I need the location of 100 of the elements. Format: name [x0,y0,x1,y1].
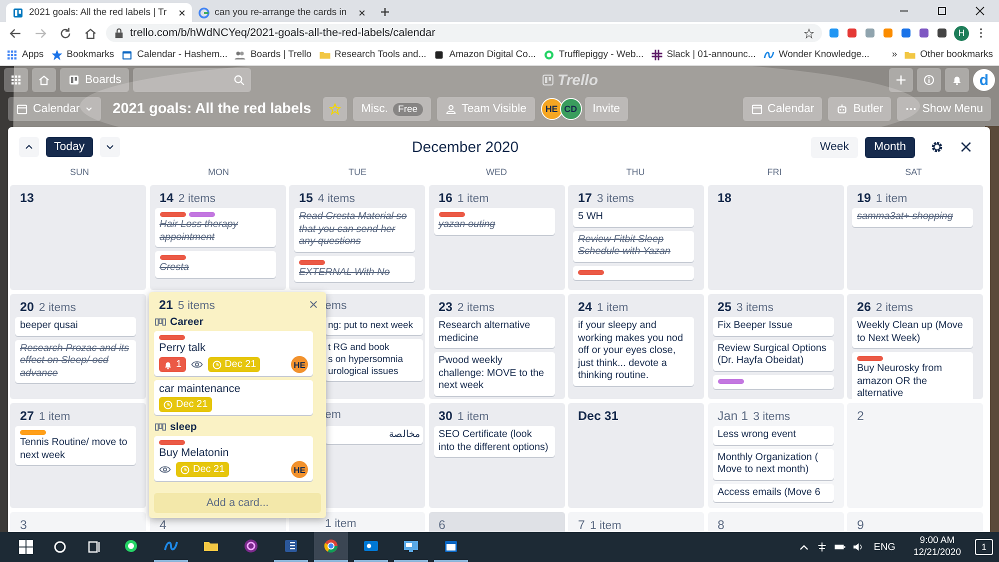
calendar-card[interactable]: 5 WH [573,208,694,226]
calendar-card[interactable]: Access emails (Move 6 [712,484,834,502]
card-title: Hair Loss therapy appointment [160,219,240,244]
calendar-card[interactable]: Cresta [154,251,276,278]
day-number: Dec 31 [578,409,618,423]
clock-time[interactable]: 9:00 AM [920,535,955,547]
calendar-card[interactable]: t RG and book s on hypersomnia urological issues [325,339,423,381]
card-title: car maintenance [159,383,242,396]
card-title: Research Prozac and its effect on Sleep/ ocd advance [20,342,130,380]
bookmark-link[interactable]: Apps [6,48,44,60]
bookmark-link[interactable]: Trufflepiggy - Web... [542,48,644,60]
calendar-card[interactable]: Research alternative medicine [434,317,554,348]
bookmark-link[interactable]: Other bookmarks [904,48,993,60]
calendar-card[interactable]: Research Prozac and its effect on Sleep/ ocd advance [15,340,136,383]
calendar-card[interactable]: Buy Melatonin Dec 21 HE [154,436,313,481]
clock-date[interactable]: 12/21/2020 [913,547,961,559]
notification-count: 1 [176,359,182,370]
card-title: Fix Beeper Issue [718,320,794,332]
profile-avatar[interactable]: H [954,26,969,40]
item-count: 3 items [736,302,774,314]
day-number: 14 [160,191,174,205]
item-count: 5 items [178,300,215,312]
bookmark-link[interactable]: Slack | 01-announc... [650,48,756,60]
weekday-label: WED [485,167,508,179]
calendar-card[interactable]: Review Surgical Options (Dr. Hayfa Obeidat) [712,340,834,370]
card-title: Tennis Routine/ move to next week [20,437,128,462]
item-count: em [325,409,341,421]
calendar-card[interactable]: Tennis Routine/ move to next week [15,426,136,465]
day-number: 7 [578,518,585,532]
view-tab[interactable]: Week [810,136,858,158]
card-title: 5 WH [578,211,604,224]
bookmark-link[interactable]: Bookmarks [50,48,114,60]
day-number: 9 [857,518,864,532]
weekday-label: THU [625,167,646,179]
calendar-card[interactable]: Fix Beeper Issue [712,317,834,336]
browser-tab[interactable]: 2021 goals: All the red labels | Tr [6,3,192,22]
calendar-card[interactable]: if your sleepy and working makes you nod off or your eyes close, just think... devote a thinking routine. [573,317,694,386]
day-number: 26 [857,300,871,314]
day-number: 24 [578,300,592,314]
calendar-card[interactable]: Read Cresta Material so that you can send her any questions [294,208,415,252]
item-count: 1 item [876,193,908,205]
card-title: t RG and book s on hypersomnia urological issues [328,342,404,378]
bookmark-link[interactable]: Wonder Knowledge... [762,48,870,60]
calendar-card[interactable]: yazan outing [434,208,554,234]
card-title: if your sleepy and working makes you nod off or your eyes close, just think... devote a thinking routine. [578,320,684,382]
item-count: 2 items [38,302,76,314]
day-number: 6 [438,518,446,532]
calendar-card[interactable]: مخالصة [325,426,423,444]
browser-tab[interactable]: can you re-arrange the cards in [192,3,372,22]
calendar-card[interactable]: Buy Neurosky from amazon OR the alternative [852,352,973,399]
member-avatar[interactable]: HE [291,461,308,478]
card-title: Weekly Clean up (Move to Next Week) [857,320,964,345]
calendar-card[interactable]: car maintenance Dec 21 [154,380,313,415]
card-title: Review Fitbit Sleep Schedule with Yazan [578,234,672,258]
calendar-card[interactable]: Perry talk 1 Dec 21 HE [154,331,313,376]
bookmark-link[interactable]: Research Tools and... [318,48,426,60]
item-count: 1 item [457,193,489,205]
weekday-label: SUN [68,167,90,179]
card-title: Buy Melatonin [159,447,230,460]
bookmark-link[interactable]: Amazon Digital Co... [433,48,536,60]
language-indicator[interactable]: ENG [874,542,896,552]
day-number: 13 [20,191,34,205]
team-button[interactable]: Misc. Free [353,97,431,121]
month-title: December 2020 [412,138,519,156]
day-number: 8 [718,518,724,532]
notification-center-button[interactable]: 1 [975,539,993,555]
calendar-card[interactable]: Pwood weekly challenge: MOVE to the next week [434,352,554,396]
calendar-card[interactable]: Less wrong event [712,426,834,444]
member-avatar[interactable]: HE [291,356,308,373]
calendar-card[interactable]: EXTERNAL With No [294,256,415,282]
card-title: beeper qusai [20,320,79,332]
weekday-label: SAT [904,167,923,179]
calendar-card[interactable]: Hair Loss therapy appointment [154,208,276,247]
card-title: Buy Neurosky from amazon OR the alternative [857,363,944,399]
item-count: 3 items [596,193,634,205]
day-number: 18 [718,191,732,205]
more-bookmarks-button[interactable]: » [892,49,898,60]
calendar-card[interactable]: samma3at+ shopping [852,208,973,226]
calendar-card[interactable]: Weekly Clean up (Move to Next Week) [852,317,973,348]
day-number: Jan 1 [718,409,748,423]
calendar-card[interactable]: beeper qusai [15,317,136,336]
plan-badge: Free [393,102,423,116]
card-title: Review Surgical Options (Dr. Hayfa Obeidat) [718,342,828,368]
bookmark-link[interactable]: Boards | Trello [234,48,312,60]
weekday-label: FRI [766,167,783,179]
calendar-card[interactable]: Review Fitbit Sleep Schedule with Yazan [573,230,694,262]
item-count: 1 item [590,520,622,532]
add-card-button[interactable]: Add a card... [154,493,321,513]
view-tab[interactable]: Month [865,136,915,158]
due-date: Dec 21 [224,359,256,370]
due-date: Dec 21 [193,464,225,475]
calendar-card[interactable]: ng: put to next week [325,317,423,335]
address-bar[interactable]: trello.com/b/hWdNCYeq/2021-goals-all-the-red-labels/calendar [106,24,822,42]
day-number: 4 [160,518,166,532]
calendar-card[interactable]: SEO Certificate (look into the different options) [434,426,554,457]
calendar-card[interactable]: Monthly Organization ( Move to next month) [712,448,834,480]
today-button[interactable]: Today [46,137,93,157]
day-number: 15 [299,191,313,205]
day-number: 16 [438,191,452,205]
bookmark-link[interactable]: Calendar - Hashem... [121,48,228,60]
